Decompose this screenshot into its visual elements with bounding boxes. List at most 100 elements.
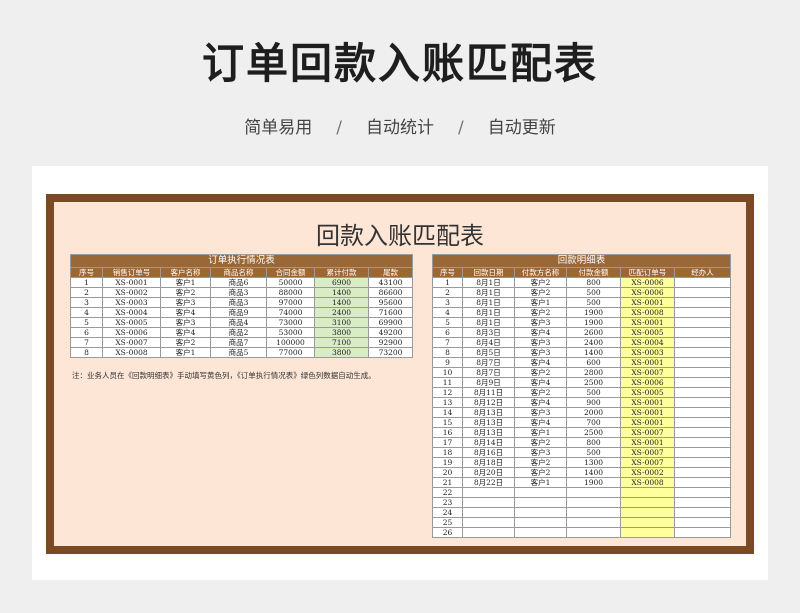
table-cell[interactable]: 17 [432, 437, 463, 448]
table-cell[interactable]: XS-0001 [620, 437, 675, 448]
table-cell[interactable]: XS-0001 [620, 397, 675, 408]
table-cell[interactable]: XS-0002 [620, 467, 675, 478]
table-cell[interactable]: 1400 [566, 347, 621, 358]
table-cell[interactable] [566, 487, 621, 498]
table-cell[interactable]: 18 [432, 447, 463, 458]
table-cell[interactable]: 8月11日 [462, 387, 515, 398]
table-cell[interactable]: 8月20日 [462, 467, 515, 478]
table-cell[interactable] [673, 277, 732, 288]
table-cell[interactable]: 13 [432, 397, 463, 408]
table-cell[interactable]: 74000 [266, 307, 315, 318]
table-cell[interactable]: XS-0006 [620, 377, 675, 388]
table-cell[interactable]: XS-0007 [620, 447, 675, 458]
table-cell[interactable] [673, 367, 732, 378]
table-cell[interactable] [673, 477, 732, 488]
table-cell[interactable]: XS-0008 [620, 477, 675, 488]
table-cell[interactable] [620, 507, 675, 518]
table-cell[interactable]: 客户4 [514, 377, 567, 388]
table-cell[interactable]: 客户2 [514, 467, 567, 478]
table-cell[interactable]: 2500 [566, 427, 621, 438]
table-cell[interactable]: XS-0001 [620, 407, 675, 418]
table-cell[interactable]: 商品7 [210, 337, 267, 348]
table-cell[interactable]: 2600 [566, 327, 621, 338]
table-cell[interactable] [673, 387, 732, 398]
table-cell[interactable]: 9 [432, 357, 463, 368]
table-cell[interactable] [462, 527, 515, 538]
table-cell[interactable]: XS-0002 [102, 287, 161, 298]
table-cell[interactable]: 8月1日 [462, 307, 515, 318]
table-cell[interactable] [566, 497, 621, 508]
table-cell[interactable]: 8月13日 [462, 407, 515, 418]
table-cell[interactable] [673, 527, 732, 538]
table-cell[interactable]: 客户4 [514, 417, 567, 428]
table-cell[interactable]: 5 [432, 317, 463, 328]
table-cell[interactable]: XS-0005 [620, 327, 675, 338]
table-cell[interactable]: XS-0006 [620, 287, 675, 298]
table-cell[interactable]: 69900 [367, 317, 414, 328]
table-cell[interactable] [566, 507, 621, 518]
table-cell[interactable] [673, 457, 732, 468]
table-cell[interactable]: 12 [432, 387, 463, 398]
table-cell[interactable]: 8月9日 [462, 377, 515, 388]
table-cell[interactable]: 客户4 [514, 357, 567, 368]
table-cell[interactable]: 16 [432, 427, 463, 438]
table-cell[interactable] [514, 527, 567, 538]
table-cell[interactable]: 2 [70, 287, 103, 298]
table-cell[interactable]: 43100 [367, 277, 414, 288]
table-cell[interactable]: 商品6 [210, 277, 267, 288]
table-cell[interactable]: 3800 [314, 347, 369, 358]
table-cell[interactable]: XS-0004 [620, 337, 675, 348]
table-cell[interactable]: 8月1日 [462, 287, 515, 298]
table-cell[interactable] [673, 517, 732, 528]
table-cell[interactable]: 8月1日 [462, 297, 515, 308]
table-cell[interactable]: 100000 [266, 337, 315, 348]
table-cell[interactable]: 73000 [266, 317, 315, 328]
table-cell[interactable] [673, 347, 732, 358]
table-cell[interactable]: 2000 [566, 407, 621, 418]
table-cell[interactable] [673, 307, 732, 318]
table-cell[interactable]: 24 [432, 507, 463, 518]
table-cell[interactable] [673, 377, 732, 388]
table-cell[interactable]: 8月3日 [462, 327, 515, 338]
table-cell[interactable]: 8月13日 [462, 417, 515, 428]
table-cell[interactable]: XS-0003 [102, 297, 161, 308]
table-cell[interactable]: 客户3 [160, 297, 211, 308]
table-cell[interactable]: 8月1日 [462, 317, 515, 328]
table-cell[interactable] [673, 427, 732, 438]
table-cell[interactable]: 73200 [367, 347, 414, 358]
table-cell[interactable]: 客户1 [514, 297, 567, 308]
table-cell[interactable] [673, 287, 732, 298]
table-cell[interactable]: 2800 [566, 367, 621, 378]
table-cell[interactable]: 客户2 [514, 367, 567, 378]
table-cell[interactable]: 6900 [314, 277, 369, 288]
table-cell[interactable]: 8月18日 [462, 457, 515, 468]
table-cell[interactable]: 1900 [566, 477, 621, 488]
table-cell[interactable]: 1300 [566, 457, 621, 468]
table-cell[interactable] [673, 447, 732, 458]
table-cell[interactable]: 71600 [367, 307, 414, 318]
table-cell[interactable]: 客户2 [514, 277, 567, 288]
table-cell[interactable]: 客户2 [514, 387, 567, 398]
table-cell[interactable]: 8月7日 [462, 357, 515, 368]
table-cell[interactable] [566, 527, 621, 538]
table-cell[interactable] [462, 507, 515, 518]
table-cell[interactable]: XS-0005 [102, 317, 161, 328]
table-cell[interactable]: XS-0007 [620, 427, 675, 438]
table-cell[interactable]: 500 [566, 297, 621, 308]
table-cell[interactable]: 700 [566, 417, 621, 428]
table-cell[interactable]: 7100 [314, 337, 369, 348]
table-cell[interactable]: 6 [432, 327, 463, 338]
table-cell[interactable]: 8月13日 [462, 427, 515, 438]
table-cell[interactable]: 6 [70, 327, 103, 338]
table-cell[interactable]: 商品2 [210, 327, 267, 338]
table-cell[interactable]: 3100 [314, 317, 369, 328]
table-cell[interactable]: 8月14日 [462, 437, 515, 448]
table-cell[interactable]: 客户4 [160, 327, 211, 338]
table-cell[interactable]: 8月4日 [462, 337, 515, 348]
table-cell[interactable]: 23 [432, 497, 463, 508]
table-cell[interactable]: 2400 [566, 337, 621, 348]
table-cell[interactable]: 客户2 [514, 457, 567, 468]
table-cell[interactable]: 7 [70, 337, 103, 348]
table-cell[interactable]: 客户1 [160, 277, 211, 288]
table-cell[interactable]: 2500 [566, 377, 621, 388]
